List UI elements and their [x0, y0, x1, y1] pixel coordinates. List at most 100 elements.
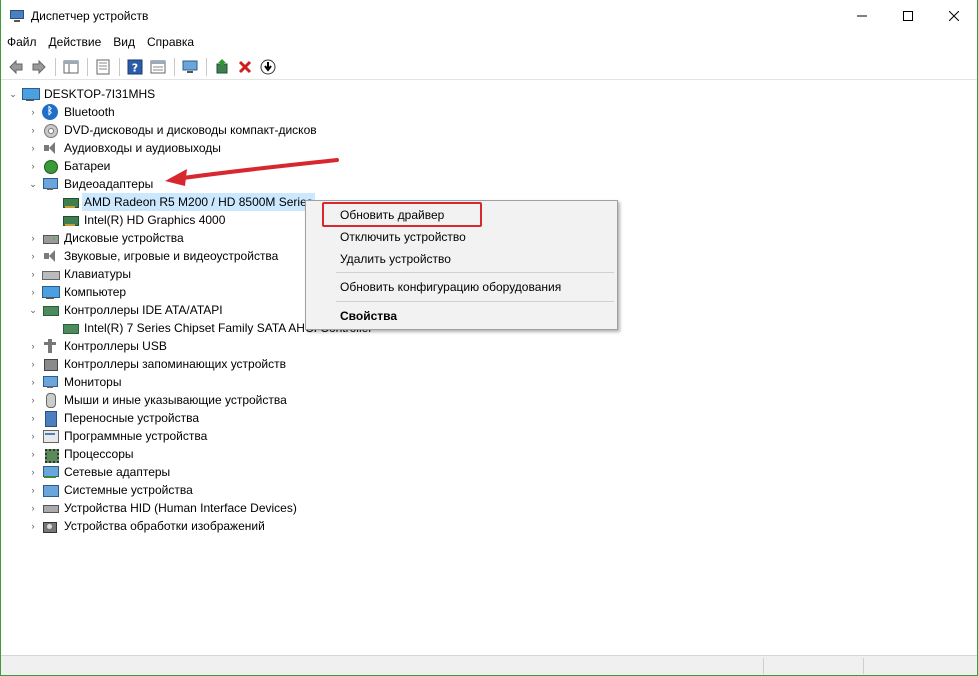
chevron-right-icon[interactable]: ›: [27, 247, 39, 265]
forward-button[interactable]: [28, 56, 50, 78]
context-menu-uninstall-device[interactable]: Удалить устройство: [308, 248, 615, 270]
tree-item-processors[interactable]: › Процессоры: [27, 445, 136, 463]
title-bar[interactable]: Диспетчер устройств: [1, 0, 977, 31]
chevron-down-icon[interactable]: ⌄: [27, 175, 39, 193]
scan-hardware-button[interactable]: [179, 56, 201, 78]
chevron-right-icon[interactable]: ›: [27, 103, 39, 121]
chevron-right-icon[interactable]: ›: [27, 391, 39, 409]
close-button[interactable]: [931, 0, 977, 31]
tree-item-display-adapters[interactable]: ⌄ Видеоадаптеры: [27, 175, 155, 193]
uninstall-device-button[interactable]: [234, 56, 256, 78]
chevron-right-icon[interactable]: ›: [27, 463, 39, 481]
chevron-right-icon[interactable]: ›: [27, 265, 39, 283]
processor-icon: [42, 446, 59, 463]
menu-help[interactable]: Справка: [141, 31, 200, 53]
help-button[interactable]: ?: [124, 56, 146, 78]
computer-icon: [42, 284, 60, 300]
menu-action[interactable]: Действие: [43, 31, 108, 53]
disc-drive-icon: [42, 122, 58, 138]
chevron-right-icon[interactable]: ›: [27, 427, 39, 445]
window-title: Диспетчер устройств: [31, 8, 149, 23]
bluetooth-icon: ᛒ: [42, 104, 58, 120]
tree-item-software-devices[interactable]: › Программные устройства: [27, 427, 209, 445]
video-card-icon: [62, 194, 79, 210]
chevron-right-icon[interactable]: ›: [27, 139, 39, 157]
tree-root[interactable]: ⌄ DESKTOP-7I31MHS: [7, 85, 157, 103]
tree-item-portable[interactable]: › Переносные устройства: [27, 409, 201, 427]
tree-item-imaging-devices[interactable]: › Устройства обработки изображений: [27, 517, 267, 535]
tree-item-hid[interactable]: › Устройства HID (Human Interface Device…: [27, 499, 299, 517]
software-device-icon: [42, 428, 59, 444]
tree-item-dvd[interactable]: › DVD-дисководы и дисководы компакт-диск…: [27, 121, 319, 139]
toolbar-separator: [55, 57, 56, 76]
context-menu-properties[interactable]: Свойства: [308, 305, 615, 327]
tree-item-disk-drives[interactable]: › Дисковые устройства: [27, 229, 186, 247]
tree-item-label: Компьютер: [64, 285, 127, 299]
tree-item-system-devices[interactable]: › Системные устройства: [27, 481, 195, 499]
tree-item-label: Процессоры: [64, 447, 134, 461]
list-view-button[interactable]: [92, 56, 114, 78]
tree-item-ide-controllers[interactable]: ⌄ Контроллеры IDE ATA/ATAPI: [27, 301, 225, 319]
toolbar-separator: [87, 57, 88, 76]
disable-icon: [260, 59, 276, 74]
chevron-right-icon[interactable]: ›: [27, 355, 39, 373]
tree-item-computer[interactable]: › Компьютер: [27, 283, 128, 301]
status-bar-divider: [863, 658, 864, 674]
chevron-right-icon[interactable]: ›: [27, 337, 39, 355]
video-card-icon: [62, 212, 79, 228]
chevron-right-icon[interactable]: ›: [27, 157, 39, 175]
chevron-right-icon[interactable]: ›: [27, 121, 39, 139]
chevron-right-icon[interactable]: ›: [27, 283, 39, 301]
show-hide-console-tree-button[interactable]: [60, 56, 82, 78]
chevron-down-icon[interactable]: ⌄: [27, 301, 39, 319]
back-button[interactable]: [5, 56, 27, 78]
tree-item-monitors[interactable]: › Мониторы: [27, 373, 123, 391]
tree-item-label: DVD-дисководы и дисководы компакт-дисков: [64, 123, 317, 137]
tree-item-usb[interactable]: › Контроллеры USB: [27, 337, 169, 355]
tree-item-label: Дисковые устройства: [64, 231, 184, 245]
tree-item-mice[interactable]: › Мыши и иные указывающие устройства: [27, 391, 289, 409]
device-tree: ⌄ DESKTOP-7I31MHS › ᛒ Bluetooth › DVD-ди…: [1, 83, 977, 653]
chevron-right-icon[interactable]: ›: [27, 373, 39, 391]
tree-item-label: Устройства обработки изображений: [64, 519, 265, 533]
tree-item-label: Программные устройства: [64, 429, 208, 443]
disk-drive-icon: [42, 230, 59, 246]
chevron-right-icon[interactable]: ›: [27, 499, 39, 517]
chevron-right-icon[interactable]: ›: [27, 229, 39, 247]
tree-item-label: Сетевые адаптеры: [64, 465, 171, 479]
maximize-button[interactable]: [885, 0, 931, 31]
tree-item-label: Intel(R) HD Graphics 4000: [84, 213, 226, 227]
toolbar: ?: [1, 54, 977, 80]
tree-item-keyboards[interactable]: › Клавиатуры: [27, 265, 133, 283]
chevron-right-icon[interactable]: ›: [27, 409, 39, 427]
tree-item-label: Видеоадаптеры: [64, 177, 154, 191]
ide-controller-icon: [62, 320, 79, 336]
details-button[interactable]: [147, 56, 169, 78]
tree-item-label: Системные устройства: [64, 483, 193, 497]
window-controls: [839, 0, 977, 31]
toolbar-separator: [174, 57, 175, 76]
menu-view[interactable]: Вид: [107, 31, 141, 53]
minimize-button[interactable]: [839, 0, 885, 31]
disable-device-button[interactable]: [257, 56, 279, 78]
chevron-right-icon[interactable]: ›: [27, 517, 39, 535]
menu-file[interactable]: Файл: [1, 31, 43, 53]
toolbar-separator: [119, 57, 120, 76]
update-driver-button[interactable]: [211, 56, 233, 78]
tree-item-bluetooth[interactable]: › ᛒ Bluetooth: [27, 103, 117, 121]
speaker-icon: [42, 140, 58, 156]
toolbar-separator: [206, 57, 207, 76]
chevron-right-icon[interactable]: ›: [27, 445, 39, 463]
tree-item-label: Устройства HID (Human Interface Devices): [64, 501, 297, 515]
context-menu-disable-device[interactable]: Отключить устройство: [308, 226, 615, 248]
tree-item-intel-hd[interactable]: Intel(R) HD Graphics 4000: [62, 211, 227, 229]
tree-item-storage-controllers[interactable]: › Контроллеры запоминающих устройств: [27, 355, 288, 373]
tree-item-amd-radeon[interactable]: AMD Radeon R5 M200 / HD 8500M Series: [62, 193, 315, 211]
chevron-down-icon[interactable]: ⌄: [7, 85, 19, 103]
tree-item-network-adapters[interactable]: › Сетевые адаптеры: [27, 463, 172, 481]
tree-item-sound-video-game[interactable]: › Звуковые, игровые и видеоустройства: [27, 247, 280, 265]
context-menu-scan-hardware[interactable]: Обновить конфигурацию оборудования: [308, 276, 615, 298]
tree-item-batteries[interactable]: › Батареи: [27, 157, 112, 175]
chevron-right-icon[interactable]: ›: [27, 481, 39, 499]
status-bar: [1, 655, 977, 675]
